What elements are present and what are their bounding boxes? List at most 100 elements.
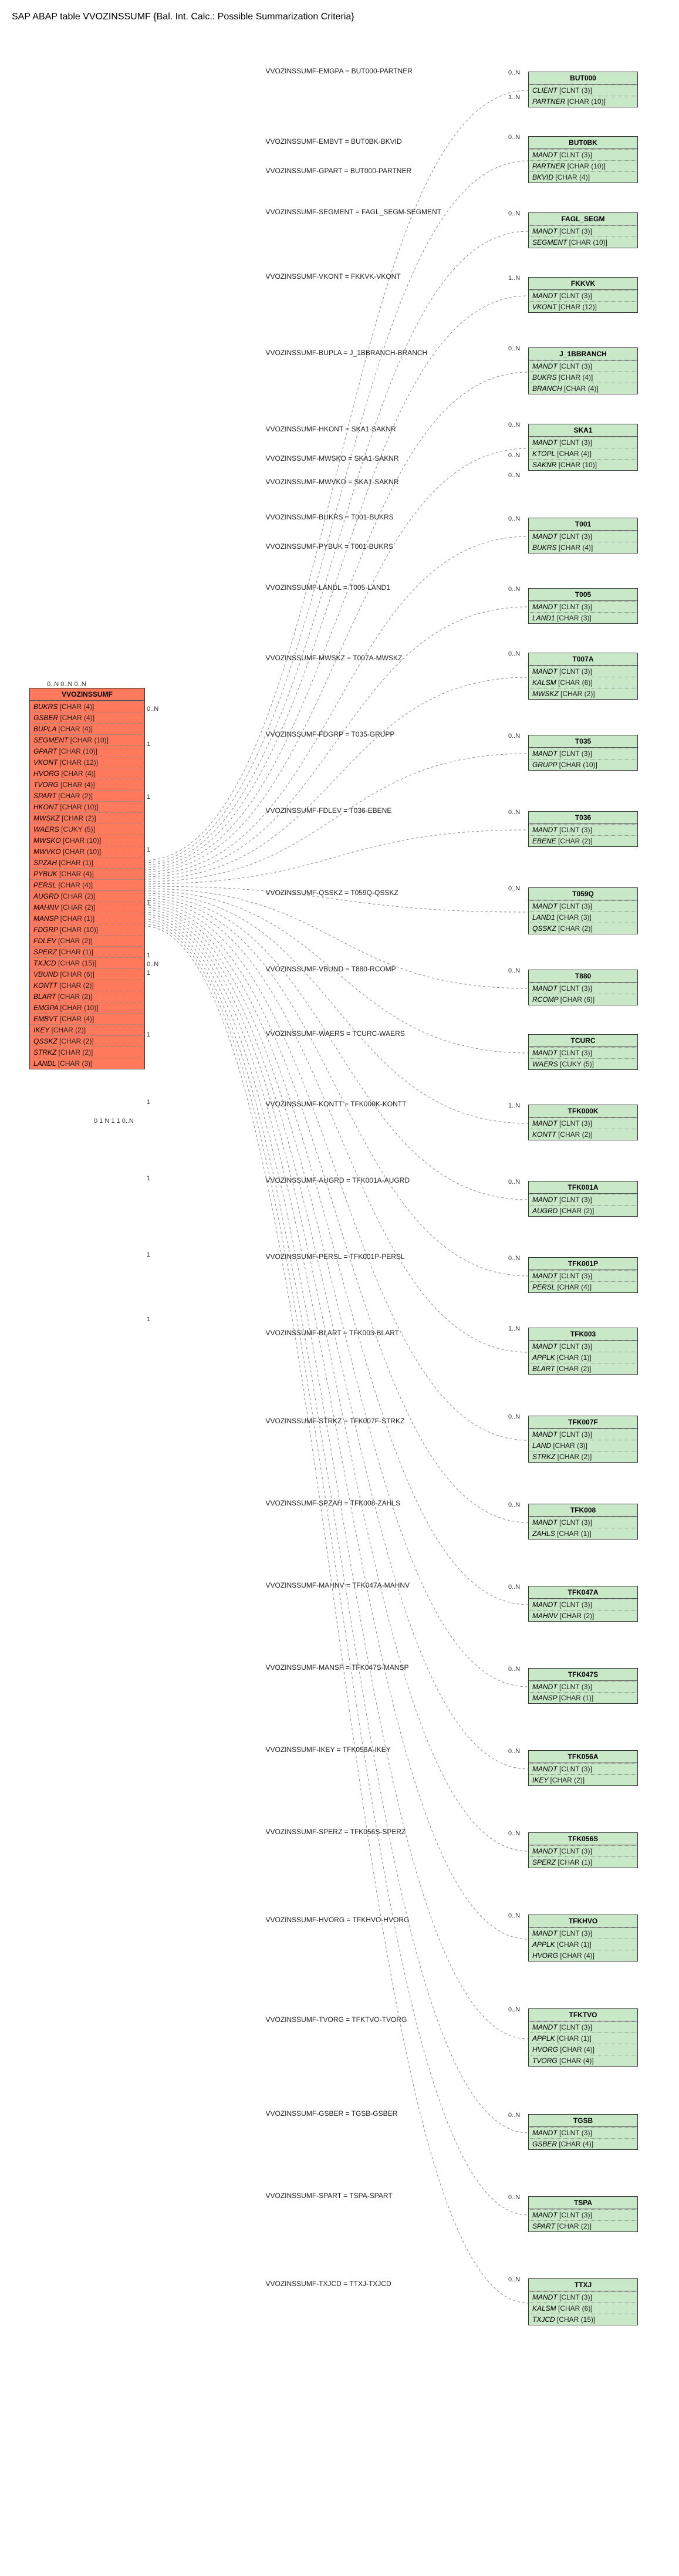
entity-header: T036	[529, 812, 637, 824]
entity-but0bk: BUT0BKMANDT [CLNT (3)]PARTNER [CHAR (10)…	[528, 136, 638, 183]
entity-attr: MANDT [CLNT (3)]	[529, 1927, 637, 1939]
cardinality: 0..N	[508, 2194, 520, 2201]
entity-attr: BLART [CHAR (2)]	[30, 991, 144, 1002]
entity-attr: GRUPP [CHAR (10)]	[529, 759, 637, 770]
relationship-label: VVOZINSSUMF-FDLEV = T036-EBENE	[266, 806, 392, 815]
relationship-label: VVOZINSSUMF-BUKRS = T001-BUKRS	[266, 513, 394, 521]
cardinality: 1	[147, 952, 150, 959]
entity-t059q: T059QMANDT [CLNT (3)]LAND1 [CHAR (3)]QSS…	[528, 887, 638, 934]
entity-attr: TVORG [CHAR (4)]	[30, 779, 144, 790]
entity-vvozinssumf: VVOZINSSUMFBUKRS [CHAR (4)]GSBER [CHAR (…	[29, 688, 145, 1069]
cardinality: 1	[147, 741, 150, 748]
relationship-label: VVOZINSSUMF-GPART = BUT000-PARTNER	[266, 167, 412, 175]
relationship-label: VVOZINSSUMF-BUPLA = J_1BBRANCH-BRANCH	[266, 349, 428, 357]
cardinality: 0..N	[508, 1501, 520, 1508]
entity-header: SKA1	[529, 424, 637, 437]
cardinality: 0..N	[508, 1830, 520, 1837]
entity-header: TSPA	[529, 2197, 637, 2209]
entity-attr: SPERZ [CHAR (1)]	[529, 1856, 637, 1868]
entity-attr: ZAHLS [CHAR (1)]	[529, 1528, 637, 1539]
entity-attr: MANDT [CLNT (3)]	[529, 1517, 637, 1528]
entity-attr: MANDT [CLNT (3)]	[529, 531, 637, 542]
entity-header: T005	[529, 589, 637, 601]
cardinality: 1	[147, 846, 150, 853]
entity-attr: SPERZ [CHAR (1)]	[30, 946, 144, 957]
entity-attr: TVORG [CHAR (4)]	[529, 2055, 637, 2066]
entity-header: TFK007F	[529, 1416, 637, 1429]
entity-attr: LAND1 [CHAR (3)]	[529, 911, 637, 923]
cardinality: 0..N	[508, 1179, 520, 1186]
entity-attr: MANDT [CLNT (3)]	[529, 2021, 637, 2033]
relationship-label: VVOZINSSUMF-FDGRP = T035-GRUPP	[266, 730, 395, 738]
cardinality: 0..N	[147, 705, 158, 713]
entity-header: TFK000K	[529, 1105, 637, 1117]
entity-ska1: SKA1MANDT [CLNT (3)]KTOPL [CHAR (4)]SAKN…	[528, 424, 638, 471]
entity-attr: QSSKZ [CHAR (2)]	[30, 1035, 144, 1046]
entity-attr: EMGPA [CHAR (10)]	[30, 1002, 144, 1013]
entity-attr: KALSM [CHAR (6)]	[529, 2302, 637, 2314]
entity-attr: EBENE [CHAR (2)]	[529, 835, 637, 846]
entity-attr: MWSKZ [CHAR (2)]	[30, 812, 144, 823]
entity-header: TCURC	[529, 1035, 637, 1047]
entity-header: T007A	[529, 653, 637, 666]
entity-attr: HKONT [CHAR (10)]	[30, 801, 144, 812]
relationship-label: VVOZINSSUMF-MWSKO = SKA1-SAKNR	[266, 454, 399, 462]
entity-t007a: T007AMANDT [CLNT (3)]KALSM [CHAR (6)]MWS…	[528, 653, 638, 700]
relationship-label: VVOZINSSUMF-SPART = TSPA-SPART	[266, 2192, 393, 2200]
entity-tfkhvo: TFKHVOMANDT [CLNT (3)]APPLK [CHAR (1)]HV…	[528, 1915, 638, 1961]
cardinality: 0..N	[508, 515, 520, 522]
entity-header: TGSB	[529, 2115, 637, 2127]
page-title: SAP ABAP table VVOZINSSUMF {Bal. Int. Ca…	[12, 12, 679, 22]
er-canvas: 0..N 0..N 0..N 0 1 N 1 1 0..N VVOZINSSUM…	[12, 25, 667, 2560]
entity-attr: WAERS [CUKY (5)]	[30, 823, 144, 835]
relationship-label: VVOZINSSUMF-MWSKZ = T007A-MWSKZ	[266, 654, 403, 662]
relationship-label: VVOZINSSUMF-HKONT = SKA1-SAKNR	[266, 425, 396, 433]
entity-tfk001a: TFK001AMANDT [CLNT (3)]AUGRD [CHAR (2)]	[528, 1181, 638, 1217]
cardinality: 1	[147, 1099, 150, 1106]
cardinality: 0..N	[508, 1912, 520, 1919]
entity-attr: LANDL [CHAR (3)]	[30, 1058, 144, 1069]
entity-attr: MANDT [CLNT (3)]	[529, 2291, 637, 2302]
entity-attr: MANDT [CLNT (3)]	[529, 290, 637, 301]
entity-fkkvk: FKKVKMANDT [CLNT (3)]VKONT [CHAR (12)]	[528, 277, 638, 313]
entity-t035: T035MANDT [CLNT (3)]GRUPP [CHAR (10)]	[528, 735, 638, 771]
entity-but000: BUT000CLIENT [CLNT (3)]PARTNER [CHAR (10…	[528, 72, 638, 107]
entity-attr: TXJCD [CHAR (15)]	[529, 2314, 637, 2325]
entity-attr: HVORG [CHAR (4)]	[30, 768, 144, 779]
entity-attr: IKEY [CHAR (2)]	[529, 1774, 637, 1785]
relationship-label: VVOZINSSUMF-VBUND = T880-RCOMP	[266, 965, 396, 973]
entity-ttxj: TTXJMANDT [CLNT (3)]KALSM [CHAR (6)]TXJC…	[528, 2278, 638, 2325]
entity-attr: LAND1 [CHAR (3)]	[529, 612, 637, 623]
entity-attr: GSBER [CHAR (4)]	[30, 712, 144, 723]
entity-attr: MANDT [CLNT (3)]	[529, 1845, 637, 1856]
entity-attr: PERSL [CHAR (4)]	[30, 879, 144, 890]
entity-header: T035	[529, 735, 637, 748]
cardinality: 1..N	[508, 1325, 520, 1332]
entity-header: TFK056S	[529, 1833, 637, 1845]
entity-header: BUT000	[529, 72, 637, 85]
cardinality-cluster-1: 0..N 0..N 0..N	[47, 681, 86, 688]
entity-attr: BUKRS [CHAR (4)]	[529, 542, 637, 553]
cardinality: 0..N	[508, 345, 520, 352]
entity-attr: MANDT [CLNT (3)]	[529, 1429, 637, 1440]
entity-attr: SPART [CHAR (2)]	[529, 2220, 637, 2231]
entity-header: TFK003	[529, 1328, 637, 1341]
cardinality: 1..N	[508, 275, 520, 282]
entity-attr: MWVKO [CHAR (10)]	[30, 846, 144, 857]
entity-attr: SPART [CHAR (2)]	[30, 790, 144, 801]
relationship-label: VVOZINSSUMF-MWVKO = SKA1-SAKNR	[266, 478, 399, 486]
entity-attr: APPLK [CHAR (1)]	[529, 1352, 637, 1363]
entity-attr: VKONT [CHAR (12)]	[30, 757, 144, 768]
entity-attr: MANDT [CLNT (3)]	[529, 1194, 637, 1205]
relationship-label: VVOZINSSUMF-PYBUK = T001-BUKRS	[266, 542, 394, 551]
cardinality: 0..N	[508, 1584, 520, 1591]
entity-header: TTXJ	[529, 2279, 637, 2291]
entity-attr: MANDT [CLNT (3)]	[529, 1763, 637, 1774]
entity-header: T001	[529, 518, 637, 531]
entity-attr: FDGRP [CHAR (10)]	[30, 924, 144, 935]
relationship-label: VVOZINSSUMF-MAHNV = TFK047A-MAHNV	[266, 1581, 410, 1589]
relationship-label: VVOZINSSUMF-EMGPA = BUT000-PARTNER	[266, 67, 413, 75]
entity-attr: BKVID [CHAR (4)]	[529, 171, 637, 183]
entity-header: VVOZINSSUMF	[30, 688, 144, 701]
entity-attr: BUKRS [CHAR (4)]	[30, 701, 144, 712]
